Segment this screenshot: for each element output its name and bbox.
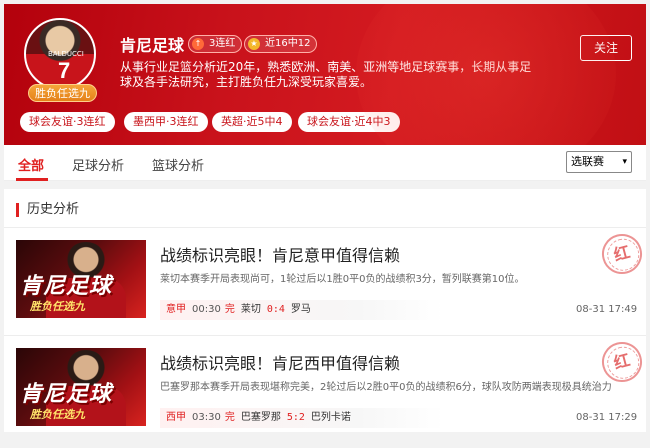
profile-name: 肯尼足球 bbox=[120, 36, 185, 55]
divider bbox=[4, 227, 646, 228]
streak-tag: ↑ 3连红 bbox=[188, 35, 243, 53]
avatar-shirt-name: BALDUCCI bbox=[48, 50, 84, 58]
article-title[interactable]: 战绩标识亮眼！肯尼意甲值得信赖 bbox=[160, 242, 400, 266]
active-tab-indicator bbox=[16, 178, 48, 181]
away-team: 巴列卡诺 bbox=[310, 412, 351, 423]
profile-description: 从事行业足篮分析近20年，熟悉欧洲、南美、亚洲等地足球赛事，长期从事足球及各手法… bbox=[120, 60, 532, 89]
tab-all[interactable]: 全部 bbox=[18, 155, 44, 174]
match-status: 完 bbox=[224, 304, 235, 315]
avatar-badge: 胜负任选九 bbox=[28, 84, 97, 102]
tab-football[interactable]: 足球分析 bbox=[72, 155, 124, 174]
article-summary: 莱切本赛季开局表现尚可，1轮过后以1胜0平0负的战绩积3分，暂列联赛第10位。 bbox=[160, 274, 525, 285]
match-league: 西甲 bbox=[166, 412, 186, 423]
thumbnail-subtitle: 胜负任选九 bbox=[30, 300, 85, 313]
match-time: 03:30 bbox=[192, 412, 221, 423]
article-thumbnail[interactable]: 肯尼足球 胜负任选九 bbox=[16, 348, 146, 426]
section-title: 历史分析 bbox=[16, 203, 79, 217]
article-date: 08-31 17:49 bbox=[576, 304, 638, 315]
recent-record-tag: ★ 近16中12 bbox=[244, 35, 318, 53]
article-item[interactable]: 肯尼足球 胜负任选九 战绩标识亮眼！肯尼意甲值得信赖 莱切本赛季开局表现尚可，1… bbox=[4, 229, 647, 340]
match-time: 00:30 bbox=[192, 304, 221, 315]
thumbnail-subtitle: 胜负任选九 bbox=[30, 408, 85, 421]
follow-button[interactable]: 关注 bbox=[580, 35, 632, 61]
record-chip[interactable]: 球会友谊·3连红 bbox=[20, 112, 115, 132]
article-title[interactable]: 战绩标识亮眼！肯尼西甲值得信赖 bbox=[160, 350, 400, 374]
star-icon: ★ bbox=[248, 38, 260, 50]
article-summary: 巴塞罗那本赛季开局表现堪称完美，2轮过后以2胜0平0负的战绩积6分，球队攻防两端… bbox=[160, 382, 612, 393]
match-info: 西甲 03:30 完巴塞罗那 5:2 巴列卡诺 bbox=[160, 408, 444, 428]
article-item[interactable]: 肯尼足球 胜负任选九 战绩标识亮眼！肯尼西甲值得信赖 巴塞罗那本赛季开局表现堪称… bbox=[4, 337, 647, 448]
article-thumbnail[interactable]: 肯尼足球 胜负任选九 bbox=[16, 240, 146, 318]
arrow-up-icon: ↑ bbox=[192, 38, 204, 50]
match-league: 意甲 bbox=[166, 304, 186, 315]
match-info: 意甲 00:30 完莱切 0:4 罗马 bbox=[160, 300, 444, 320]
match-status: 完 bbox=[224, 412, 235, 423]
streak-tag-label: 3连红 bbox=[209, 38, 236, 49]
history-list: 历史分析 肯尼足球 胜负任选九 战绩标识亮眼！肯尼意甲值得信赖 莱切本赛季开局表… bbox=[4, 189, 647, 432]
avatar-jersey-number: 7 bbox=[58, 58, 71, 83]
record-chip[interactable]: 球会友谊·近4中3 bbox=[298, 112, 400, 132]
article-date: 08-31 17:29 bbox=[576, 412, 638, 423]
record-chip[interactable]: 英超·近5中4 bbox=[212, 112, 292, 132]
match-score: 0:4 bbox=[266, 304, 285, 315]
recent-record-label: 近16中12 bbox=[265, 38, 311, 49]
home-team: 巴塞罗那 bbox=[240, 412, 281, 423]
home-team: 莱切 bbox=[240, 304, 261, 315]
tab-basketball[interactable]: 篮球分析 bbox=[152, 155, 204, 174]
match-score: 5:2 bbox=[286, 412, 305, 423]
record-chip[interactable]: 墨西甲·3连红 bbox=[124, 112, 208, 132]
thumbnail-title: 肯尼足球 bbox=[20, 382, 113, 407]
away-team: 罗马 bbox=[290, 304, 311, 315]
avatar[interactable]: BALDUCCI 7 bbox=[24, 18, 96, 90]
chevron-down-icon: ▾ bbox=[622, 157, 627, 167]
profile-banner: BALDUCCI 7 胜负任选九 肯尼足球 ↑ 3连红 ★ 近16中12 从事行… bbox=[4, 4, 646, 145]
tab-bar: 全部 足球分析 篮球分析 选联赛 ▾ bbox=[4, 145, 646, 181]
divider bbox=[4, 335, 646, 336]
thumbnail-title: 肯尼足球 bbox=[20, 274, 113, 299]
league-select-value: 选联赛 bbox=[571, 155, 604, 168]
league-select[interactable]: 选联赛 ▾ bbox=[566, 151, 632, 173]
